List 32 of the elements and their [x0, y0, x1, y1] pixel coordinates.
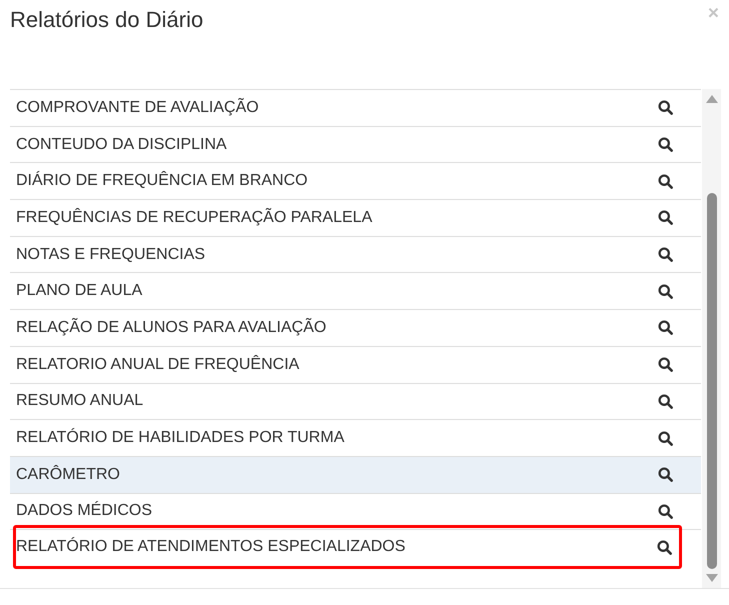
- search-icon[interactable]: [658, 210, 673, 226]
- search-icon[interactable]: [658, 394, 673, 409]
- report-name: RELATÓRIO DE ATENDIMENTOS ESPECIALIZADOS: [16, 537, 406, 558]
- search-icon[interactable]: [657, 540, 672, 555]
- dialog-title: Relatórios do Diário: [10, 7, 204, 33]
- report-row[interactable]: CARÔMETRO: [10, 456, 701, 493]
- report-name: CARÔMETRO: [16, 464, 120, 485]
- report-name: CONTEUDO DA DISCIPLINA: [16, 134, 227, 155]
- report-row[interactable]: CONTEUDO DA DISCIPLINA: [10, 126, 701, 162]
- report-name: RELATÓRIO DE HABILIDADES POR TURMA: [16, 428, 344, 448]
- search-icon[interactable]: [658, 504, 673, 519]
- report-name: PLANO DE AULA: [16, 281, 142, 302]
- report-name: RELATORIO ANUAL DE FREQUÊNCIA: [16, 354, 300, 375]
- search-icon[interactable]: [658, 284, 673, 299]
- search-icon[interactable]: [658, 357, 673, 372]
- report-name: DADOS MÉDICOS: [16, 501, 152, 522]
- report-name: RELAÇÃO DE ALUNOS PARA AVALIAÇÃO: [16, 318, 326, 338]
- scrollbar[interactable]: [702, 89, 721, 588]
- search-icon[interactable]: [658, 430, 673, 446]
- search-icon[interactable]: [658, 174, 673, 189]
- search-icon[interactable]: [658, 320, 673, 336]
- report-name: DIÁRIO DE FREQUÊNCIA EM BRANCO: [16, 171, 308, 192]
- search-icon[interactable]: [658, 247, 673, 262]
- search-icon[interactable]: [658, 467, 673, 482]
- search-icon[interactable]: [658, 137, 673, 152]
- scrollbar-thumb[interactable]: [706, 193, 716, 569]
- report-name: COMPROVANTE DE AVALIAÇÃO: [16, 98, 259, 118]
- report-name: NOTAS E FREQUENCIAS: [16, 244, 206, 265]
- report-name: FREQUÊNCIAS DE RECUPERAÇÃO PARALELA: [16, 208, 372, 228]
- report-name: RESUMO ANUAL: [16, 391, 144, 412]
- search-icon[interactable]: [658, 100, 673, 116]
- report-row[interactable]: NOTAS E FREQUENCIAS: [10, 236, 701, 272]
